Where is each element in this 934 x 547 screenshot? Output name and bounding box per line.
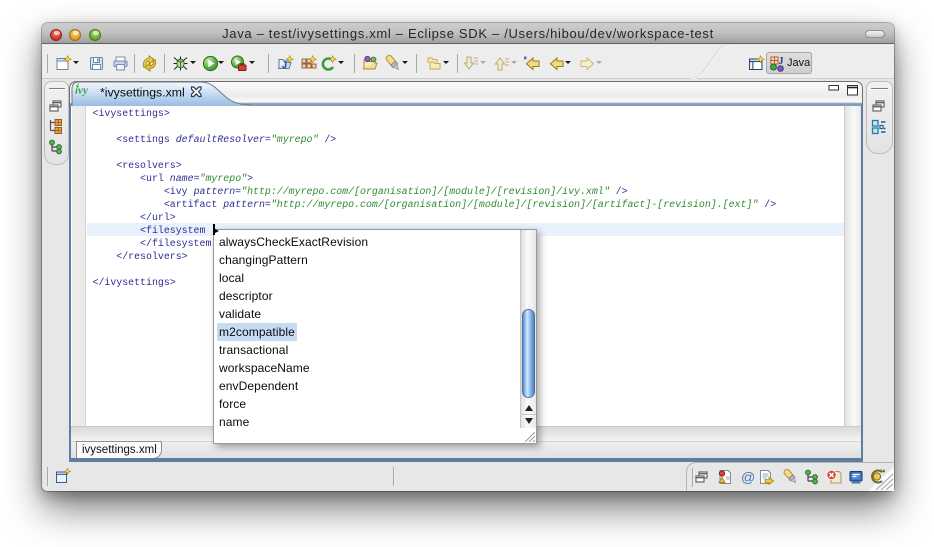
- svg-text:ivy: ivy: [75, 85, 88, 97]
- svg-text:*ivysettings.xml: *ivysettings.xml: [100, 86, 185, 100]
- svg-text:J: J: [282, 60, 287, 70]
- svg-text:J: J: [779, 56, 784, 67]
- svg-text:@: @: [741, 469, 755, 485]
